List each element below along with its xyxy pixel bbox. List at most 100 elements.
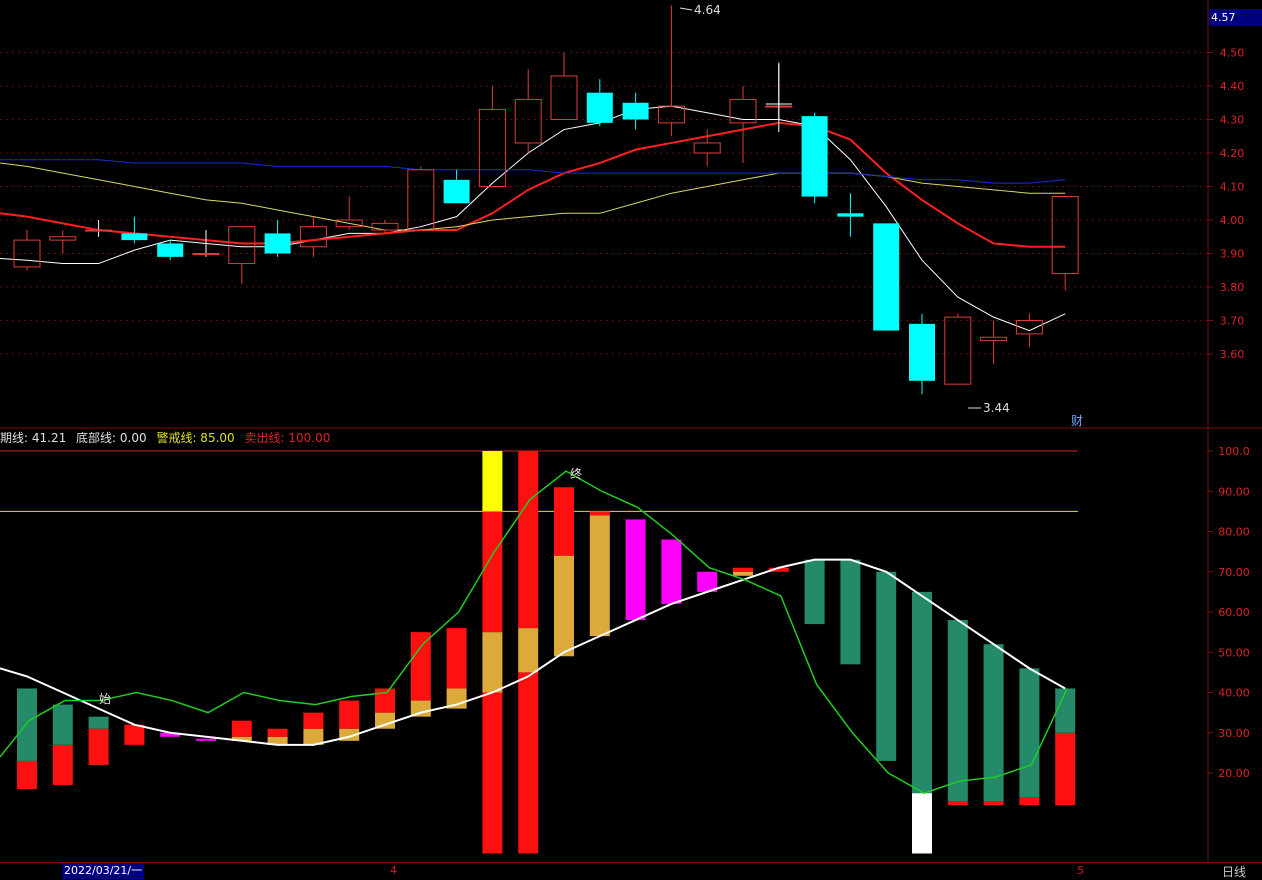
indicator-tick-label: 30.00 (1218, 727, 1250, 740)
candle-body (192, 253, 220, 255)
candle-body (85, 229, 113, 232)
candle (873, 223, 900, 331)
price-tick-label: 4.10 (1220, 181, 1245, 194)
indicator-bar-segment (554, 555, 574, 657)
indicator-bar-segment (52, 744, 73, 786)
candle-body (121, 233, 148, 241)
low-price-marker: 3.44 (983, 401, 1010, 415)
price-tick-label: 4.40 (1220, 80, 1245, 93)
month-tick-4: 4 (390, 864, 397, 877)
price-tick-label: 3.80 (1220, 281, 1245, 294)
indicator-bar-segment (231, 720, 252, 737)
indicator-bar-segment (17, 688, 37, 761)
indicator-bar-segment (947, 801, 968, 806)
indicator-bar (661, 539, 682, 604)
indicator-bar-segment (410, 632, 431, 701)
price-tick-label: 4.00 (1220, 214, 1245, 227)
indicator-bar-segment (733, 571, 753, 576)
indicator-bar-segment (518, 451, 539, 629)
price-tick-label: 4.30 (1220, 114, 1245, 127)
indicator-bar-segment (912, 793, 932, 854)
indicator-bar-segment (446, 628, 467, 689)
indicator-bar (410, 632, 431, 717)
indicator-bar-segment (482, 632, 503, 693)
indicator-bar-segment (196, 738, 216, 741)
price-tick-label: 3.90 (1220, 248, 1245, 261)
indicator-bar (983, 644, 1004, 806)
indicator-bar-segment (912, 591, 932, 794)
indicator-bar-segment (124, 724, 145, 745)
indicator-bar-segment (482, 451, 503, 512)
cursor-date: 2022/03/21/一 (62, 863, 145, 879)
high-price-marker: 4.64 (694, 3, 721, 17)
indicator-tick-label: 90.00 (1218, 485, 1250, 498)
indicator-bar-segment (17, 760, 37, 790)
indicator-bar-segment (1019, 797, 1040, 806)
indicator-bar-segment (947, 620, 968, 802)
price-tick-label: 3.70 (1220, 315, 1245, 328)
candle-body (801, 116, 828, 197)
indicator-bar (52, 704, 73, 786)
indicator-bar (554, 487, 574, 657)
indicator-bar (88, 716, 109, 765)
indicator-bar (589, 511, 610, 637)
indicator-tick-label: 60.00 (1218, 606, 1250, 619)
indicator-bar-segment (482, 692, 503, 854)
indicator-tick-label: 50.00 (1218, 646, 1250, 659)
indicator-bar (804, 559, 825, 625)
sell-line-label: 卖出线: 100.00 (244, 431, 331, 445)
indicator-tick-label: 20.00 (1218, 767, 1250, 780)
candle-body (443, 179, 470, 204)
indicator-bar (876, 571, 897, 761)
candle-body (837, 213, 864, 217)
price-tick-label: 4.50 (1220, 47, 1245, 60)
candle-body (586, 92, 613, 123)
indicator-bar (912, 591, 932, 854)
indicator-bar-segment (840, 559, 861, 665)
indicator-bar (267, 728, 288, 745)
indicator-bar-segment (482, 511, 503, 633)
candle-body (157, 243, 184, 257)
indicator-bar (947, 620, 968, 806)
period-selector[interactable]: 日线 (1222, 863, 1246, 880)
current-price-badge: 4.57 (1209, 9, 1262, 26)
indicator-bar (840, 559, 861, 665)
indicator-bar-segment (733, 567, 753, 572)
finance-marker[interactable]: 财 (1071, 414, 1083, 428)
indicator-bar-segment (1055, 688, 1076, 733)
indicator-tick-label: 70.00 (1218, 566, 1250, 579)
warn-line-label: 警戒线: 85.00 (156, 431, 235, 445)
price-tick-label: 4.20 (1220, 147, 1245, 160)
indicator-bar (733, 567, 753, 576)
indicator-bar (124, 724, 145, 745)
indicator-legend: 期线: 41.21 底部线: 0.00 警戒线: 85.00 卖出线: 100.… (0, 429, 336, 447)
indicator-bar-segment (518, 628, 539, 673)
indicator-bar-segment (88, 728, 109, 765)
month-tick-5: 5 (1077, 864, 1084, 877)
indicator-bar (231, 720, 252, 741)
indicator-bar-segment (339, 700, 360, 729)
indicator-bar-segment (267, 728, 288, 737)
indicator-bar-segment (1055, 732, 1076, 806)
cycle-line-label: 期线: 41.21 (0, 431, 67, 445)
end-marker: 终 (570, 466, 582, 481)
candle (801, 112, 828, 204)
indicator-bar-segment (983, 801, 1004, 806)
candle-body (264, 233, 291, 254)
indicator-bar (17, 688, 37, 790)
indicator-bar (303, 712, 324, 745)
indicator-bar-segment (554, 487, 574, 556)
indicator-bar-segment (876, 571, 897, 761)
indicator-bar (196, 738, 216, 741)
indicator-bar-segment (589, 515, 610, 637)
time-axis[interactable] (0, 862, 1262, 880)
candle-body (873, 223, 900, 331)
indicator-tick-label: 80.00 (1218, 526, 1250, 539)
indicator-bar-segment (303, 712, 324, 729)
indicator-bar-segment (589, 511, 610, 516)
indicator-bar-segment (52, 704, 73, 745)
bottom-line-label: 底部线: 0.00 (76, 431, 147, 445)
indicator-bar (482, 451, 503, 854)
indicator-bar (1019, 668, 1040, 806)
indicator-tick-label: 100.0 (1218, 445, 1250, 458)
